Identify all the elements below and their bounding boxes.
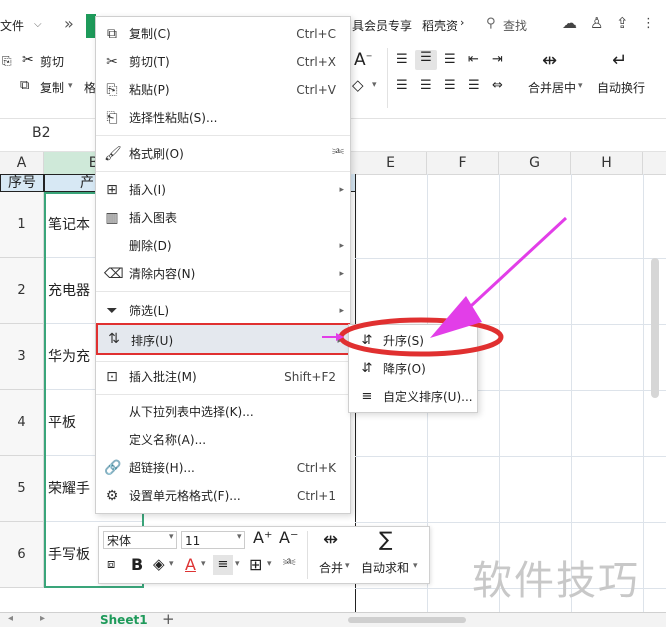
annotation-overlay <box>322 216 568 357</box>
callout-arrow-line <box>456 216 568 320</box>
highlight-ellipse <box>338 317 504 357</box>
